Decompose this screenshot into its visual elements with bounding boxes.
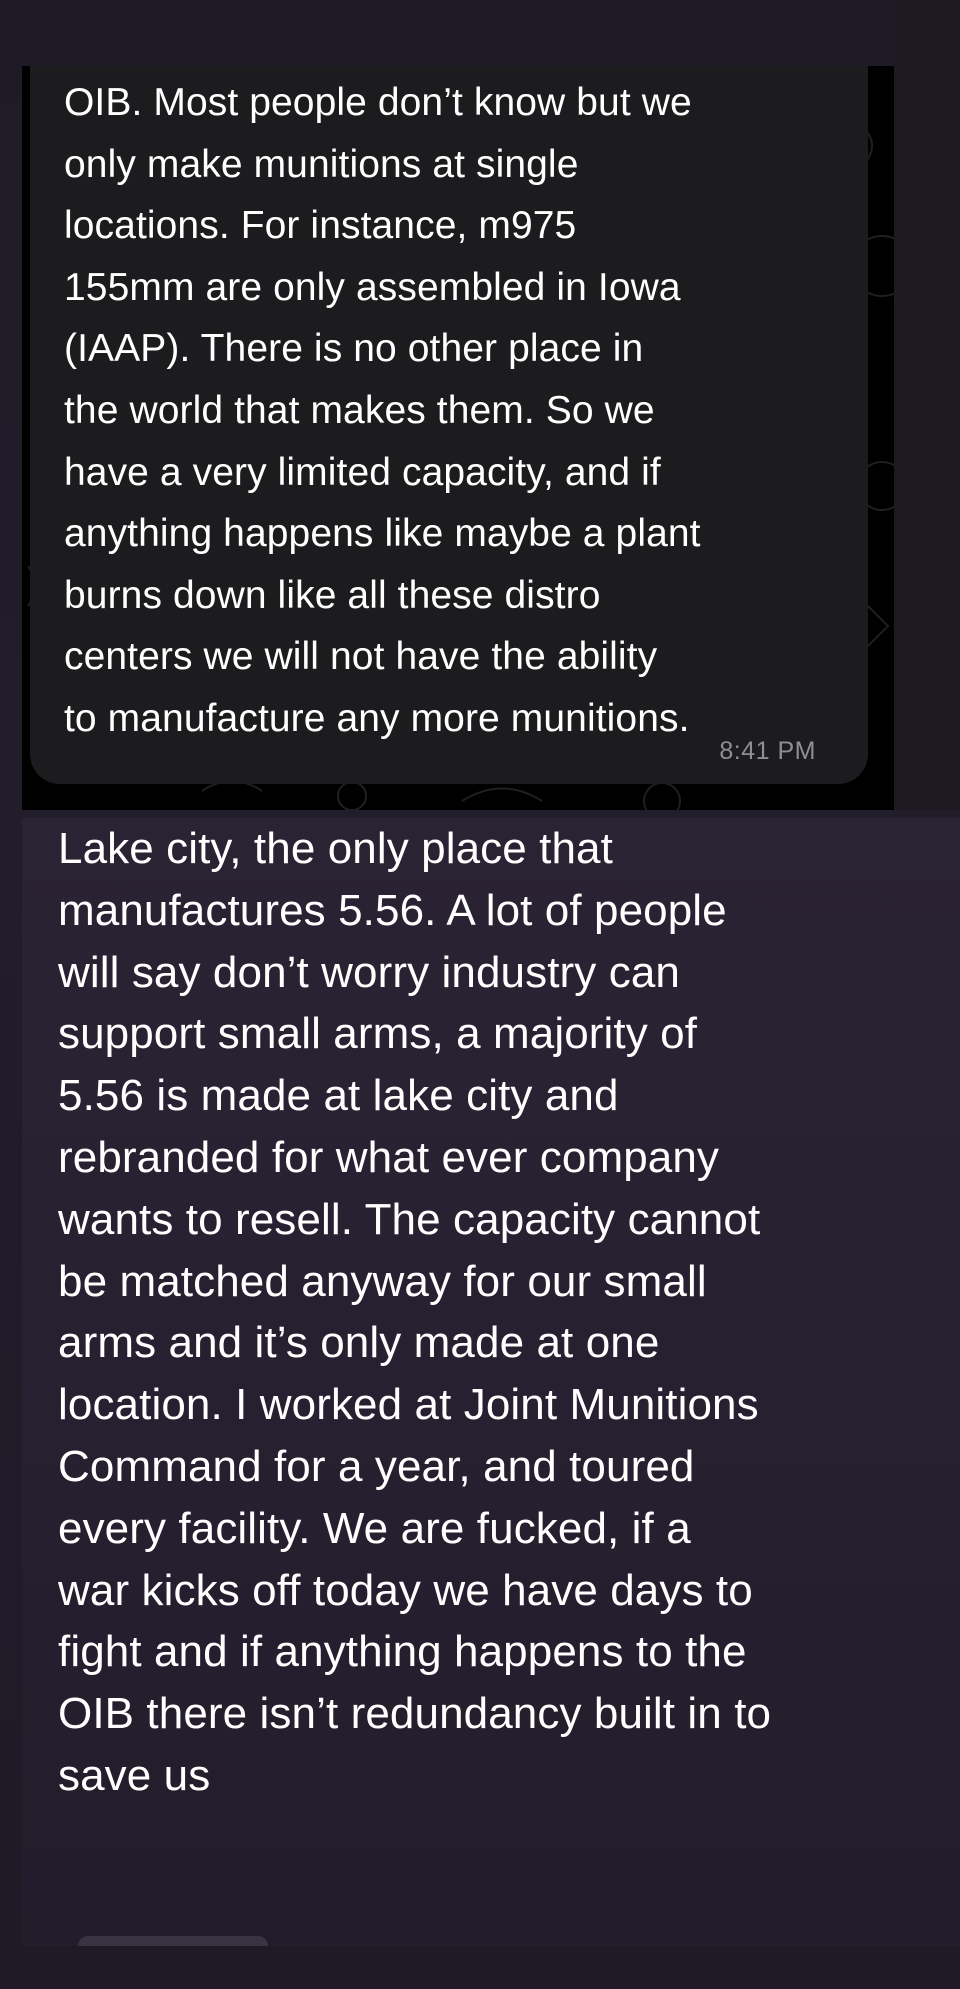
message-text: OIB. Most people don’t know but we only … <box>64 81 701 740</box>
message-text: Lake city, the only place that manufactu… <box>58 824 772 1800</box>
chat-screenshot-top: OIB. Most people don’t know but we only … <box>22 66 894 810</box>
message-timestamp: 8:41 PM <box>719 737 816 765</box>
right-edge <box>894 0 960 810</box>
chat-screenshot-bottom: Lake city, the only place that manufactu… <box>22 818 960 1946</box>
next-message-bubble-edge <box>78 1936 268 1946</box>
message-bubble[interactable]: OIB. Most people don’t know but we only … <box>30 66 868 784</box>
